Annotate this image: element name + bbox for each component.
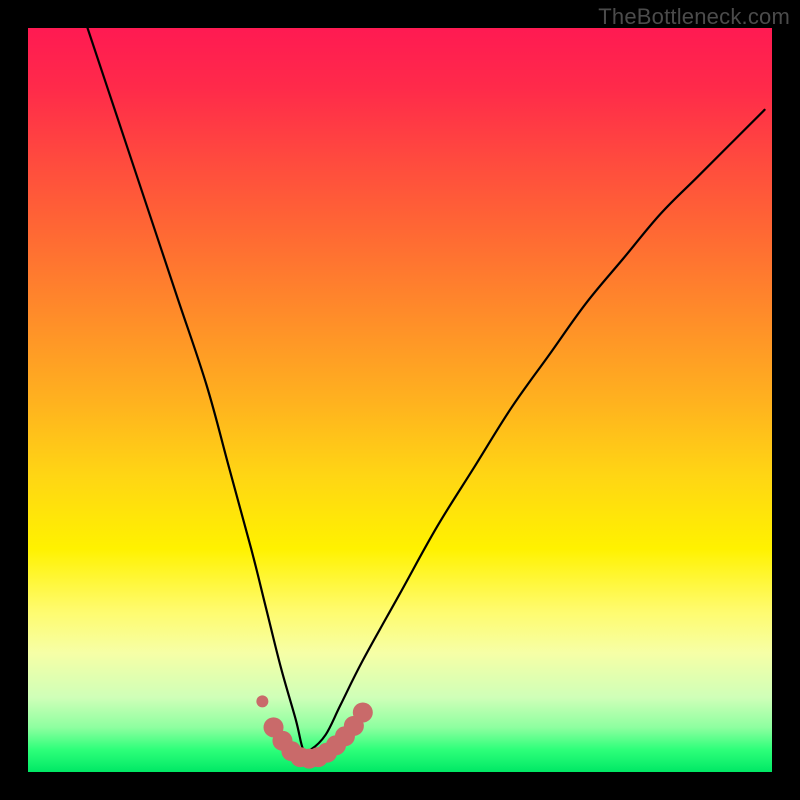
detached-marker-dot xyxy=(256,695,268,707)
watermark-text: TheBottleneck.com xyxy=(598,4,790,30)
chart-plot-area xyxy=(28,28,772,772)
trough-marker-dot xyxy=(353,702,373,722)
v-curve xyxy=(88,28,765,753)
trough-marker-group xyxy=(264,702,373,768)
bottleneck-curve-svg xyxy=(28,28,772,772)
